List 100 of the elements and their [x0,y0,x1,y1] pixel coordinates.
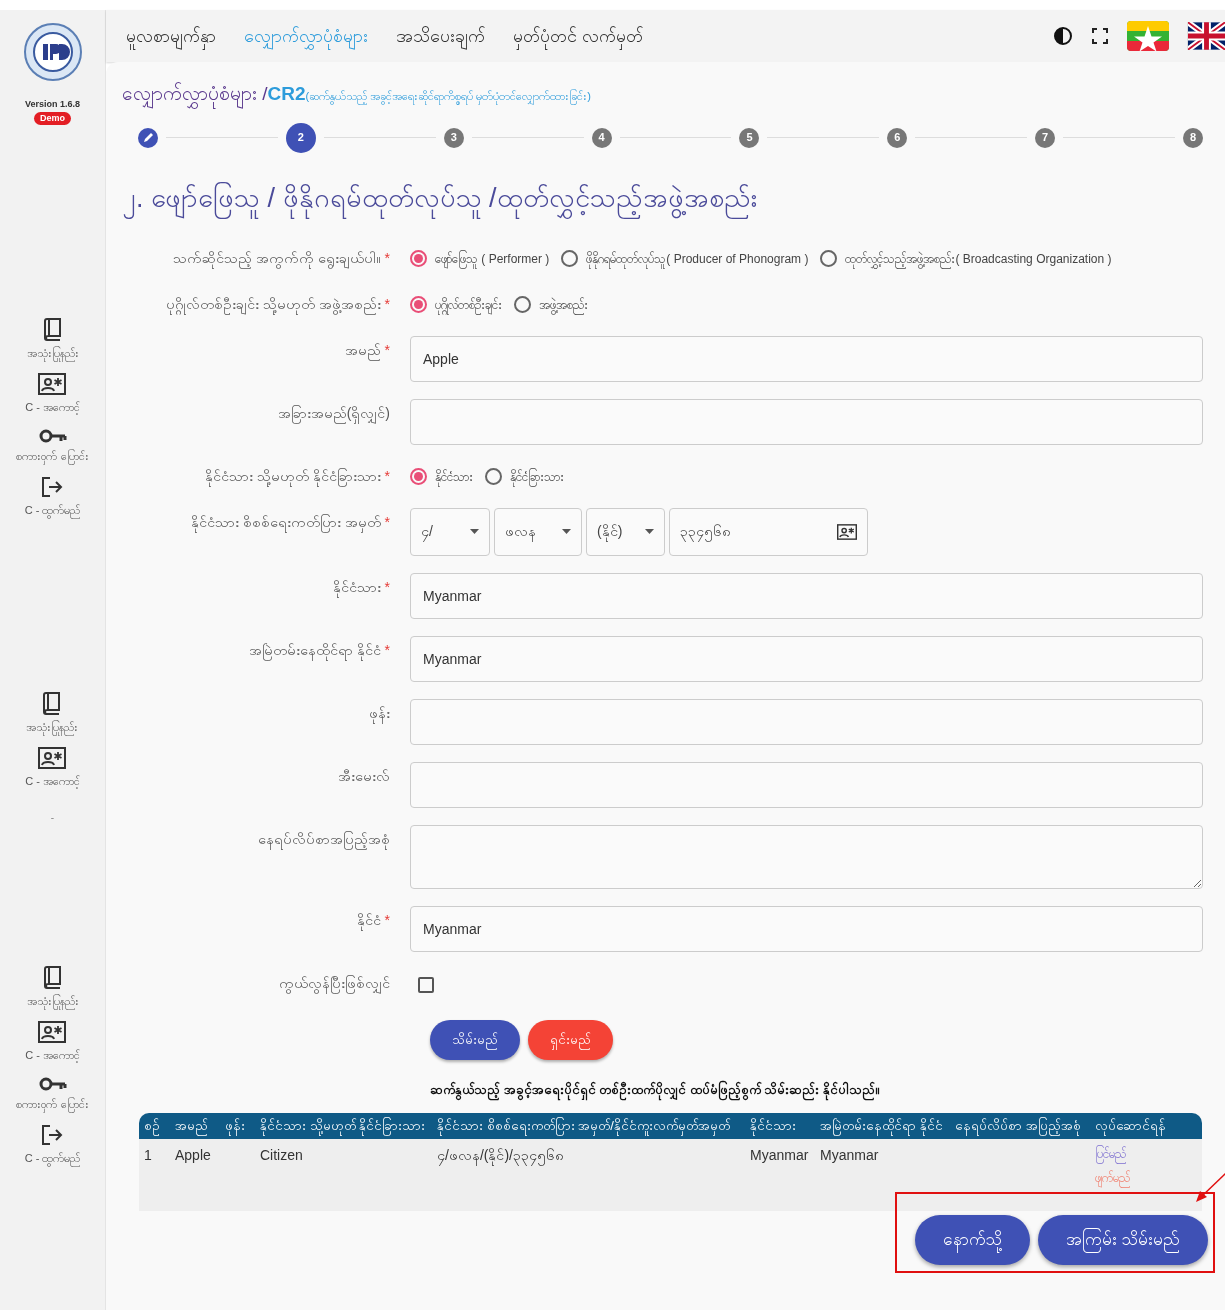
radio-label: နိုင်ငံခြားသား [510,467,564,486]
required-mark: * [384,467,390,484]
caret-icon [562,529,571,535]
column-header: လုပ်ဆောင်ရန် [1090,1113,1202,1139]
caret-icon [645,529,654,535]
fullscreen-icon[interactable] [1091,27,1109,45]
radio-button[interactable] [410,468,427,486]
column-header: ဖုန်း [220,1113,255,1139]
input-field[interactable] [410,398,1203,445]
sidebar-item[interactable]: စကားဝှက် ပြောင်း [16,447,89,464]
radio-label: ဖျော်ဖြေသူ ( Performer ) [435,249,550,268]
key-icon [38,427,67,444]
column-header: အမည် [170,1113,220,1139]
step-number[interactable]: 4 [591,127,612,148]
demo-badge: Demo [34,111,71,125]
book-icon [42,690,63,715]
select-value: ၄/ [421,522,433,543]
radio-button[interactable] [514,296,531,314]
pencil-icon [142,132,154,143]
clear-button[interactable]: ရှင်းမည် [528,1019,613,1060]
required-mark: * [384,249,390,266]
breadcrumb-link[interactable]: လျှောက်လွှာပုံစံများ / [122,80,268,109]
radio-button[interactable] [561,250,579,268]
dash-mark: - [50,810,55,825]
column-header: နိုင်ငံသား စိစစ်ရေးကတ်ပြား အမှတ်/နိုင်ငံကူးလက်မှတ်အမှတ် [432,1113,745,1139]
field-label: အီးမေးလ် [338,767,390,784]
select-value: ဖလန [505,522,536,543]
breadcrumb-code: CR2 [267,82,306,104]
book-icon [42,316,63,341]
breadcrumb-description: (ဆက်နွယ်သည့် အခွင့်အရေးဆိုင်ရာကိစ္စရပ် မှတ်ပုံတင်လျှောက်ထားခြင်း) [305,88,592,105]
select-field[interactable]: ဖလန [494,507,582,556]
contrast-icon[interactable] [1053,26,1073,46]
id-card-icon [38,373,67,395]
nav-link[interactable]: မူလစာမျက်နှာ [126,22,216,50]
sidebar-item[interactable]: အသုံးပြုနည်း [26,344,79,361]
radio-label: အဖွဲ့အစည်း [539,295,588,314]
table-cell: Myanmar [820,1146,879,1163]
flag-icon[interactable] [1187,22,1225,50]
required-mark: * [384,295,390,312]
textarea-field[interactable] [410,824,1203,889]
input-field[interactable] [410,698,1203,745]
radio-button[interactable] [410,296,427,314]
input-field[interactable]: Myanmar [410,905,1203,952]
save-button[interactable]: သိမ်းမည် [430,1019,520,1060]
sidebar-item[interactable]: အသုံးပြုနည်း [26,718,79,735]
logout-icon [41,476,64,498]
table-cell: Myanmar [750,1146,809,1163]
select-value: (နိုင်) [597,522,623,543]
back-button[interactable]: နောက်သို့ [915,1214,1031,1265]
step-number[interactable]: 2 [285,122,316,153]
save-draft-button[interactable]: အကြမ်း သိမ်းမည် [1038,1214,1208,1265]
nav-link[interactable]: အသိပေးချက် [396,22,485,50]
input-field[interactable]: Myanmar [410,635,1203,682]
column-header: နေရပ်လိပ်စာ အပြည့်အစုံ [950,1113,1090,1139]
caret-icon [470,529,479,535]
input-field[interactable]: Myanmar [410,572,1203,619]
column-header: နိုင်ငံသား သို့မဟုတ် နိုင်ငံခြားသား [255,1113,432,1139]
select-field[interactable]: (နိုင်) [586,507,665,556]
step-number[interactable]: 3 [443,127,464,148]
sidebar-item[interactable]: C - အကောင့် [25,1047,80,1064]
radio-button[interactable] [410,250,427,268]
radio-label: နိုင်ငံသား [435,467,473,486]
select-field[interactable]: ၄/ [410,507,490,556]
column-header: နိုင်ငံသား [745,1113,815,1139]
logo-icon [22,22,83,82]
required-mark: * [384,911,390,928]
version-label: Version 1.6.8 [24,98,80,111]
nav-link[interactable]: မှတ်ပုံတင် လက်မှတ် [513,22,643,50]
table-cell: Citizen [260,1146,303,1163]
step-done[interactable] [138,127,158,148]
required-mark: * [384,513,390,530]
sidebar-item[interactable]: စကားဝှက် ပြောင်း [16,1095,89,1112]
step-number[interactable]: 7 [1035,127,1056,148]
edit-link[interactable]: ပြင်မည် [1095,1144,1197,1163]
note-text: ဆက်နွယ်သည့် အခွင့်အရေးပိုင်ရှင် တစ်ဦးထက်ပိုလျှင် ထပ်မံဖြည့်စွက် သိမ်းဆည်း နိုင်ပါသည်။ [430,1079,1203,1100]
step-number[interactable]: 8 [1183,127,1203,148]
input-field[interactable]: Apple [410,335,1203,382]
id-card-icon [38,1021,67,1043]
radio-label: ဖိုနိုဂရမ်ထုတ်လုပ်သူ( Producer of Phonogram ) [586,249,809,268]
id-card-icon[interactable] [837,523,857,540]
section-heading: ၂. ဖျော်ဖြေသူ / ဖိုနိုဂရမ်ထုတ်လုပ်သူ /ထုတ်လွှင့်သည့်အဖွဲ့အစည်း [122,174,757,222]
sidebar-item[interactable]: အသုံးပြုနည်း [26,992,79,1009]
book-icon [42,964,63,989]
table-cell: Apple [175,1146,211,1163]
sidebar-item[interactable]: C - ထွက်မည် [24,502,81,519]
input-value: ၃၃၄၅၆၈ [680,522,731,543]
input-field[interactable]: ၃၃၄၅၆၈ [669,507,868,556]
step-number[interactable]: 5 [739,127,760,148]
radio-label: ပုဂ္ဂိုလ်တစ်ဦးချင်း [435,295,502,314]
radio-button[interactable] [485,468,502,486]
table-cell: 1 [144,1146,152,1163]
column-header: အမြဲတမ်းနေထိုင်ရာ နိုင်ငံ [815,1113,950,1139]
radio-button[interactable] [820,250,838,268]
sidebar-item[interactable]: C - အကောင့် [25,773,80,790]
radio-label: ထုတ်လွှင့်သည့်အဖွဲ့အစည်း( Broadcasting Organization ) [845,249,1112,268]
step-number[interactable]: 6 [887,127,908,148]
sidebar-item[interactable]: C - ထွက်မည် [24,1150,81,1167]
sidebar-item[interactable]: C - အကောင့် [25,399,80,416]
input-field[interactable] [410,761,1203,808]
checkbox[interactable] [418,976,434,993]
